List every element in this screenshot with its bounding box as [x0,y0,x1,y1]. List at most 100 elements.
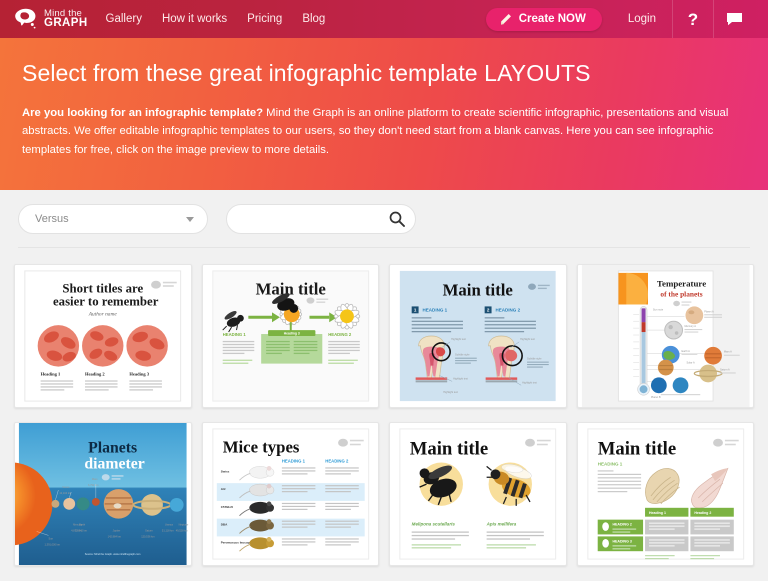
center-box [260,334,322,364]
nav-links: Gallery How it works Pricing Blog [106,13,326,25]
template-thumbnail: Planets diameter Sun1,391,000 km Mercury… [15,423,189,565]
chat-button[interactable] [714,0,754,38]
thumb-row-5: Peromyscus leucopus [220,540,253,544]
template-thumbnail: Mice types HEADING 1 HEADING 2 Swiss A/J… [206,423,375,565]
thumb-col-heading-1: Heading 1 [648,511,665,515]
template-thumbnail: Short titles are easier to remember Auth… [18,265,187,407]
template-card-bee-species[interactable]: Main title Melipona scutellaris Apis mel… [389,422,567,566]
help-button[interactable]: ? [673,0,713,38]
thumb-col-heading-1: HEADING 1 [281,458,305,463]
search-input[interactable] [226,204,416,234]
thumb-title: Main title [410,439,488,460]
thumb-title-line2: of the planets [660,290,702,299]
thumb-title: Mice types [222,438,299,457]
nav-link-gallery[interactable]: Gallery [106,13,142,25]
thumb-row-4: DBA [220,523,227,527]
question-mark-icon: ? [687,9,699,29]
thumb-title-line2: easier to remember [53,294,159,308]
template-card-planets-diameter[interactable]: Planets diameter Sun 1,391,000 km Mercur… [14,422,192,566]
template-card-short-titles[interactable]: Short titles are easier to remember Auth… [14,264,192,408]
thumb-heading-1: HEADING 1 [423,307,448,312]
thumb-row-3: C57BL/6 [220,505,232,509]
thumb-row-1: Swiss [220,469,229,473]
svg-text:Saturn A: Saturn A [719,368,729,372]
logo[interactable]: Mind the GRAPH [14,8,88,30]
svg-text:Mercury A: Mercury A [684,324,696,328]
template-thumbnail: Temperature of the planets Planet AMercu… [581,265,750,407]
navbar-right-group: Create NOW Login ? [485,0,754,38]
thumb-title: Main title [443,281,513,300]
svg-text:Planet B: Planet B [650,395,660,399]
svg-text:Neptune: Neptune [179,523,189,527]
thumb-species-1: Melipona scutellaris [412,522,456,527]
svg-text:49,528 km: 49,528 km [176,528,188,532]
svg-text:Subtitle style: Subtitle style [527,357,542,361]
thumb-title-line1: Temperature [656,279,705,289]
svg-text:Uranus: Uranus [165,523,174,527]
search-icon [389,211,405,227]
svg-text:Subtitle style: Subtitle style [455,353,470,357]
template-thumbnail: Main title 1 HEADING 1 2 HEADING 2 Highl… [393,265,562,407]
login-link[interactable]: Login [628,13,656,25]
thumb-col-heading-2: HEADING 2 [325,458,349,463]
template-card-mice-types[interactable]: Mice types HEADING 1 HEADING 2 Swiss A/J… [201,422,379,566]
svg-text:Earth: Earth [79,523,86,527]
svg-text:142,984 km: 142,984 km [108,534,121,538]
drop-icon [601,538,609,548]
svg-text:Sun: Sun [49,536,54,540]
nav-link-blog[interactable]: Blog [302,13,325,25]
svg-text:6,792 km: 6,792 km [88,483,98,487]
svg-text:1,391,000 km: 1,391,000 km [45,542,60,546]
thumb-heading-3: Heading 3 [129,371,149,376]
svg-text:Mars A: Mars A [723,350,731,354]
nav-link-how-it-works[interactable]: How it works [162,13,227,25]
category-select[interactable]: Versus [18,204,208,234]
thumb-heading-3: HEADING 3 [612,539,631,543]
nav-link-pricing[interactable]: Pricing [247,13,282,25]
svg-text:Source: Mind the Graph. www.mi: Source: Mind the Graph. www.mindthegraph… [85,552,141,556]
hero-description: Are you looking for an infographic templ… [22,104,746,159]
search-button[interactable] [389,211,405,227]
svg-text:Saturn: Saturn [145,528,153,532]
svg-text:Highlight text: Highlight text [443,390,458,394]
thumb-heading-2: HEADING 2 [612,523,631,527]
template-thumbnail: Main title HEADING 1 Heading 1 Heading 2… [581,423,750,565]
svg-text:Highlight text: Highlight text [451,337,466,341]
thumb-heading-2: HEADING 2 [328,332,352,337]
svg-text:Highlight text: Highlight text [522,380,537,384]
svg-text:Highlight text: Highlight text [453,376,468,380]
template-grid: Short titles are easier to remember Auth… [0,248,768,566]
pencil-icon [500,13,511,25]
thumb-title-line1: Planets [88,440,137,457]
template-card-seashells[interactable]: Main title HEADING 1 Heading 1 Heading 2… [576,422,754,566]
thumb-heading-1: HEADING 1 [597,461,622,466]
thumb-heading-2: Heading 2 [85,371,105,376]
filter-bar: Versus [0,190,768,248]
template-card-bee-daisy[interactable]: Main title Heading 3 HEADING 1 HEADING 2 [201,264,379,408]
thumb-heading-1: HEADING 1 [222,332,246,337]
create-now-button[interactable]: Create NOW [485,7,602,31]
hero-description-lead: Are you looking for an infographic templ… [22,107,264,119]
category-select-value: Versus [35,213,69,225]
template-thumbnail: Main title Melipona scutellaris Apis mel… [393,423,562,565]
svg-text:12,104 km: 12,104 km [59,491,71,495]
svg-text:Highlight text: Highlight text [520,337,535,341]
thumb-title: Main title [597,439,676,460]
svg-text:Sun note: Sun note [652,307,663,311]
blood-cell-circles [37,325,168,367]
svg-text:Solar A: Solar A [686,361,695,365]
chat-bubble-icon [726,13,742,26]
template-card-tooth-anatomy[interactable]: Main title 1 HEADING 1 2 HEADING 2 Highl… [389,264,567,408]
category-select-wrap: Versus [18,204,208,234]
template-card-planet-temperature[interactable]: Temperature of the planets Planet A Merc… [576,264,754,408]
thumb-title-line2: diameter [84,455,144,472]
thumb-title: Main title [255,280,325,299]
svg-text:Venus: Venus [62,485,70,489]
page-title: Select from these great infographic temp… [22,60,591,86]
thumb-center-heading: Heading 3 [283,332,299,336]
search-wrap [226,204,416,234]
svg-text:Earth A: Earth A [681,349,690,353]
svg-text:51,118 km: 51,118 km [162,528,174,532]
hero-banner: Select from these great infographic temp… [0,38,768,190]
svg-text:Mars: Mars [92,477,98,481]
